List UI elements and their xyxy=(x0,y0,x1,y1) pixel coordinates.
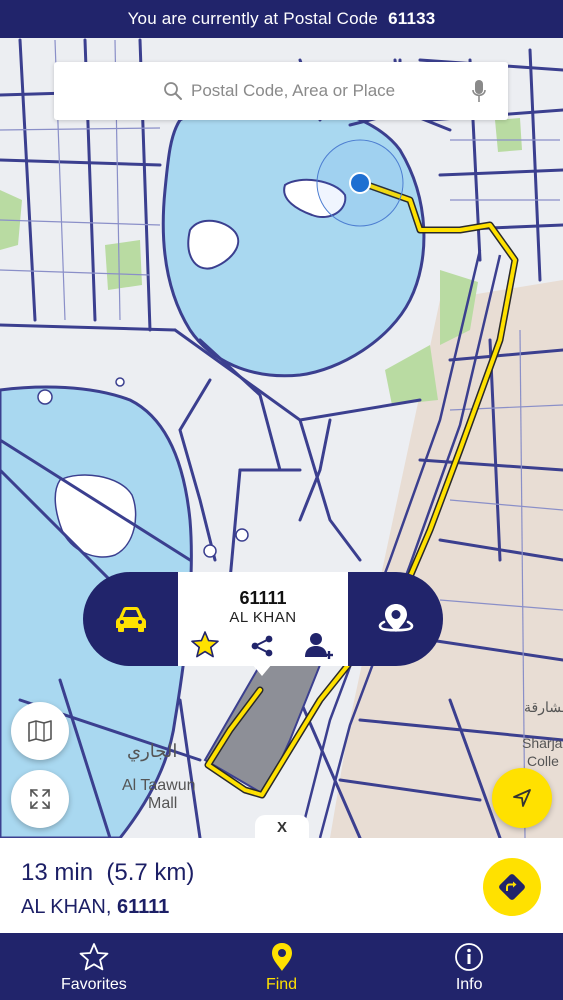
route-summary: 13 min (5.7 km) AL KHAN, 61111 xyxy=(0,838,563,933)
star-outline-icon xyxy=(79,943,109,971)
nav-favorites-label: Favorites xyxy=(60,976,127,993)
favorite-star-icon[interactable] xyxy=(190,630,220,660)
current-postal-code: 61133 xyxy=(388,9,436,28)
nav-find-label: Find xyxy=(265,976,298,993)
current-location-bar: You are currently at Postal Code 61133 xyxy=(0,0,563,38)
share-icon[interactable] xyxy=(250,634,274,658)
card-area-name: AL KHAN xyxy=(229,609,297,626)
route-time: 13 min xyxy=(21,859,94,886)
close-label: X xyxy=(276,818,287,836)
directions-icon xyxy=(499,874,525,900)
map-label-mall-line2: Mall xyxy=(148,795,177,812)
nav-find[interactable]: Find xyxy=(188,933,376,1000)
bottom-navigation: Favorites Find Info xyxy=(0,933,563,1000)
nav-info-label: Info xyxy=(455,976,483,993)
nav-info[interactable]: Info xyxy=(375,933,563,1000)
route-duration: 13 min (5.7 km) xyxy=(21,859,194,887)
route-destination-area: AL KHAN, xyxy=(21,896,112,918)
place-details[interactable]: 61111 AL KHAN xyxy=(178,572,348,666)
fullscreen-button[interactable] xyxy=(11,770,69,828)
map-label-college-line2: Colle xyxy=(527,753,559,769)
share-location-button[interactable] xyxy=(348,572,443,666)
current-location-text: You are currently at Postal Code xyxy=(127,9,379,28)
route-destination-code: 61111 xyxy=(116,896,170,918)
start-navigation-button[interactable] xyxy=(483,858,541,916)
drive-button[interactable] xyxy=(83,572,178,666)
map-view[interactable]: الجاري Al Taawun Mall الشارقة Sharja Col… xyxy=(0,38,563,838)
close-route-button[interactable]: X xyxy=(255,815,309,838)
nav-favorites[interactable]: Favorites xyxy=(0,933,188,1000)
my-location-button[interactable] xyxy=(492,768,552,828)
info-icon xyxy=(455,943,484,971)
map-canvas[interactable]: الجاري Al Taawun Mall الشارقة Sharja Col… xyxy=(0,38,563,838)
card-postal-code: 61111 xyxy=(239,588,287,608)
map-icon xyxy=(28,720,52,742)
route-destination: AL KHAN, 61111 xyxy=(21,896,169,919)
car-icon xyxy=(115,607,146,632)
map-label-arabic-mall: الجاري xyxy=(127,741,177,762)
card-pointer xyxy=(252,664,272,676)
search-box[interactable] xyxy=(54,62,508,120)
add-contact-icon[interactable] xyxy=(304,631,334,661)
map-layers-button[interactable] xyxy=(11,702,69,760)
expand-icon xyxy=(30,789,50,809)
search-input[interactable] xyxy=(191,81,451,101)
place-card: 61111 AL KHAN xyxy=(83,572,443,666)
map-label-college-line1: Sharja xyxy=(522,735,563,751)
map-label-arabic-college: الشارقة xyxy=(524,699,563,716)
navigation-arrow-icon xyxy=(513,789,531,807)
search-icon xyxy=(164,82,182,100)
microphone-icon[interactable] xyxy=(472,79,486,103)
map-label-mall-line1: Al Taawun xyxy=(122,777,196,794)
route-distance: (5.7 km) xyxy=(106,859,195,886)
map-pin-icon xyxy=(271,943,292,971)
location-pin-icon xyxy=(378,604,413,632)
